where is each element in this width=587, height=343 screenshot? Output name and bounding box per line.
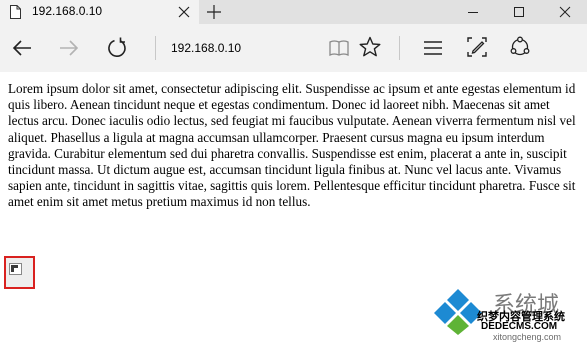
broken-image — [4, 256, 35, 289]
watermark-domain: DEDECMS.COM — [481, 321, 558, 332]
refresh-icon[interactable] — [106, 37, 128, 59]
browser-tab[interactable]: 192.168.0.10 — [0, 0, 199, 24]
tab-strip: 192.168.0.10 — [0, 0, 587, 24]
plus-icon[interactable] — [206, 4, 222, 20]
broken-image-icon — [9, 263, 22, 275]
toolbar-separator — [399, 36, 400, 60]
maximize-icon[interactable] — [510, 3, 528, 21]
navigation-bar: 192.168.0.10 — [0, 24, 587, 72]
page-icon — [10, 5, 21, 19]
page-paragraph: Lorem ipsum dolor sit amet, consectetur … — [8, 81, 576, 210]
address-separator — [155, 36, 156, 60]
close-icon[interactable] — [556, 3, 574, 21]
watermark-url: xitongcheng.com — [493, 332, 562, 342]
favorite-star-icon[interactable] — [359, 36, 381, 58]
share-icon[interactable] — [509, 36, 531, 58]
tab-close-icon[interactable] — [178, 6, 190, 18]
reading-view-icon[interactable] — [328, 37, 350, 59]
forward-arrow-icon[interactable] — [58, 37, 80, 59]
address-bar[interactable]: 192.168.0.10 — [171, 41, 241, 55]
tab-title: 192.168.0.10 — [32, 4, 103, 18]
hub-menu-icon[interactable] — [422, 37, 444, 59]
back-arrow-icon[interactable] — [11, 37, 33, 59]
web-note-icon[interactable] — [466, 36, 488, 58]
watermark: 系统城 织梦内容管理系统 DEDECMS.COM xitongcheng.com — [431, 287, 587, 343]
minimize-icon[interactable] — [464, 3, 482, 21]
